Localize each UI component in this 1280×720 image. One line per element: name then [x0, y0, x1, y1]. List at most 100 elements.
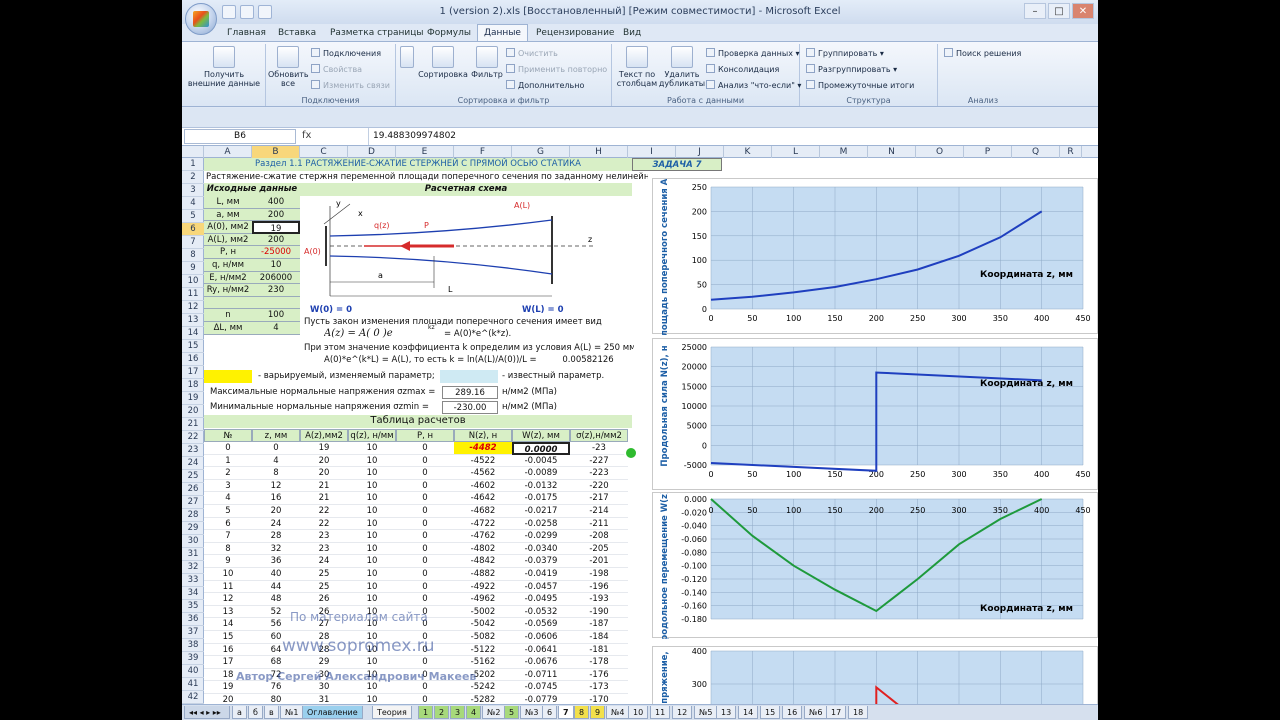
column-header-B[interactable]: B — [252, 146, 300, 158]
sheet-tab[interactable]: 5 — [504, 706, 520, 719]
sheet-tab[interactable]: №1 — [280, 706, 304, 719]
what-if-button[interactable]: Анализ "что-если" ▾ — [706, 80, 801, 91]
group-button[interactable]: Группировать ▾ — [806, 48, 884, 59]
sheet-tab[interactable]: №2 — [482, 706, 506, 719]
row-header-37[interactable]: 37 — [182, 626, 204, 639]
table-cell[interactable]: 10 — [348, 455, 396, 468]
table-cell[interactable]: -4922 — [454, 581, 512, 594]
maximize-icon[interactable]: □ — [1048, 3, 1070, 19]
row-header-14[interactable]: 14 — [182, 327, 204, 340]
table-cell[interactable]: 28 — [252, 530, 300, 543]
table-cell[interactable]: -176 — [570, 669, 628, 682]
table-cell[interactable]: -190 — [570, 606, 628, 619]
table-cell[interactable]: 0 — [396, 581, 454, 594]
table-cell[interactable]: 3 — [204, 480, 252, 493]
table-cell[interactable]: 0 — [396, 505, 454, 518]
table-cell[interactable]: -0.0569 — [512, 618, 570, 631]
table-cell[interactable]: -4482 — [454, 442, 512, 455]
table-cell[interactable]: 20 — [252, 505, 300, 518]
edit-links-button[interactable]: Изменить связи — [311, 80, 390, 91]
table-cell[interactable]: -0.0132 — [512, 480, 570, 493]
sheet-tab[interactable]: Оглавление — [302, 706, 363, 719]
table-cell[interactable]: 16 — [204, 644, 252, 657]
table-cell[interactable]: 23 — [300, 530, 348, 543]
text-to-columns-button[interactable]: Текст по столбцам — [616, 46, 658, 88]
table-cell[interactable]: -196 — [570, 581, 628, 594]
row-header-13[interactable]: 13 — [182, 314, 204, 327]
table-cell[interactable]: 0 — [396, 694, 454, 704]
table-cell[interactable]: -4642 — [454, 492, 512, 505]
sheet-tab[interactable]: 11 — [650, 706, 671, 719]
row-header-21[interactable]: 21 — [182, 418, 204, 431]
table-cell[interactable]: -4802 — [454, 543, 512, 556]
param-value[interactable]: 19 — [252, 221, 300, 234]
table-cell[interactable]: -0.0495 — [512, 593, 570, 606]
properties-button[interactable]: Свойства — [311, 64, 362, 75]
table-cell[interactable]: 22 — [300, 518, 348, 531]
table-cell[interactable]: 0 — [396, 555, 454, 568]
row-header-3[interactable]: 3 — [182, 184, 204, 197]
table-cell[interactable]: 17 — [204, 656, 252, 669]
table-cell[interactable]: -23 — [570, 442, 628, 455]
table-cell[interactable]: 10 — [348, 467, 396, 480]
column-header-R[interactable]: R — [1060, 146, 1082, 158]
name-box[interactable]: B6 — [184, 129, 296, 144]
table-cell[interactable]: 10 — [348, 442, 396, 455]
table-cell[interactable]: -5002 — [454, 606, 512, 619]
table-cell[interactable]: 0 — [396, 518, 454, 531]
table-cell[interactable]: -198 — [570, 568, 628, 581]
column-header-H[interactable]: H — [570, 146, 628, 158]
table-cell[interactable]: -5242 — [454, 681, 512, 694]
tab-data[interactable]: Данные — [477, 24, 528, 41]
table-cell[interactable]: -5122 — [454, 644, 512, 657]
column-header-P[interactable]: P — [964, 146, 1012, 158]
table-cell[interactable]: 0 — [396, 593, 454, 606]
worksheet-grid[interactable]: Раздел 1.1 РАСТЯЖЕНИЕ-СЖАТИЕ СТЕРЖНЕЙ С … — [204, 158, 1098, 704]
table-cell[interactable]: 10 — [348, 543, 396, 556]
table-cell[interactable]: 14 — [204, 618, 252, 631]
table-cell[interactable]: -184 — [570, 631, 628, 644]
row-header-9[interactable]: 9 — [182, 262, 204, 275]
chart-area-n[interactable]: 25000 20000 15000 10000 5000 0 -5000 0 50 100 150 2… — [652, 338, 1098, 490]
sheet-tab[interactable]: №5 — [694, 706, 718, 719]
param-value[interactable]: 400 — [252, 196, 300, 209]
row-header-7[interactable]: 7 — [182, 236, 204, 249]
table-cell[interactable]: -4762 — [454, 530, 512, 543]
table-cell[interactable]: 0 — [204, 442, 252, 455]
table-cell[interactable]: 20 — [204, 694, 252, 704]
column-header-G[interactable]: G — [512, 146, 570, 158]
table-cell[interactable]: 0.0000 — [512, 442, 570, 455]
sort-button[interactable]: Сортировка — [418, 46, 468, 79]
office-button[interactable] — [185, 3, 217, 35]
column-header-M[interactable]: M — [820, 146, 868, 158]
row-header-19[interactable]: 19 — [182, 392, 204, 405]
table-cell[interactable]: 4 — [252, 455, 300, 468]
table-cell[interactable]: -0.0676 — [512, 656, 570, 669]
table-cell[interactable]: 15 — [204, 631, 252, 644]
table-cell[interactable]: 10 — [348, 581, 396, 594]
table-cell[interactable]: 6 — [204, 518, 252, 531]
table-cell[interactable]: 20 — [300, 467, 348, 480]
table-cell[interactable]: 10 — [348, 681, 396, 694]
table-cell[interactable]: 1 — [204, 455, 252, 468]
row-header-24[interactable]: 24 — [182, 457, 204, 470]
table-cell[interactable]: 10 — [348, 492, 396, 505]
sheet-tab[interactable]: 2 — [434, 706, 450, 719]
table-cell[interactable]: 8 — [252, 467, 300, 480]
table-cell[interactable]: 12 — [204, 593, 252, 606]
table-cell[interactable]: -170 — [570, 694, 628, 704]
chart-area-w[interactable]: 0.000 -0.020 -0.040 -0.060 -0.080 -0.100 -0.12… — [652, 470, 1098, 648]
minimize-icon[interactable]: – — [1024, 3, 1046, 19]
advanced-button[interactable]: Дополнительно — [506, 80, 584, 91]
sheet-tab[interactable]: Теория — [372, 706, 412, 719]
table-cell[interactable]: 22 — [300, 505, 348, 518]
sheet-tab[interactable]: б — [248, 706, 263, 719]
reapply-button[interactable]: Применить повторно — [506, 64, 607, 75]
sheet-tab[interactable]: 17 — [826, 706, 847, 719]
table-cell[interactable]: -4522 — [454, 455, 512, 468]
chart-area-a[interactable]: 250 200 150 100 50 0 0 50 100 150 200 250 300 350 400 4… — [652, 158, 1098, 343]
row-header-4[interactable]: 4 — [182, 197, 204, 210]
table-cell[interactable]: -5162 — [454, 656, 512, 669]
table-cell[interactable]: -211 — [570, 518, 628, 531]
table-cell[interactable]: 12 — [252, 480, 300, 493]
